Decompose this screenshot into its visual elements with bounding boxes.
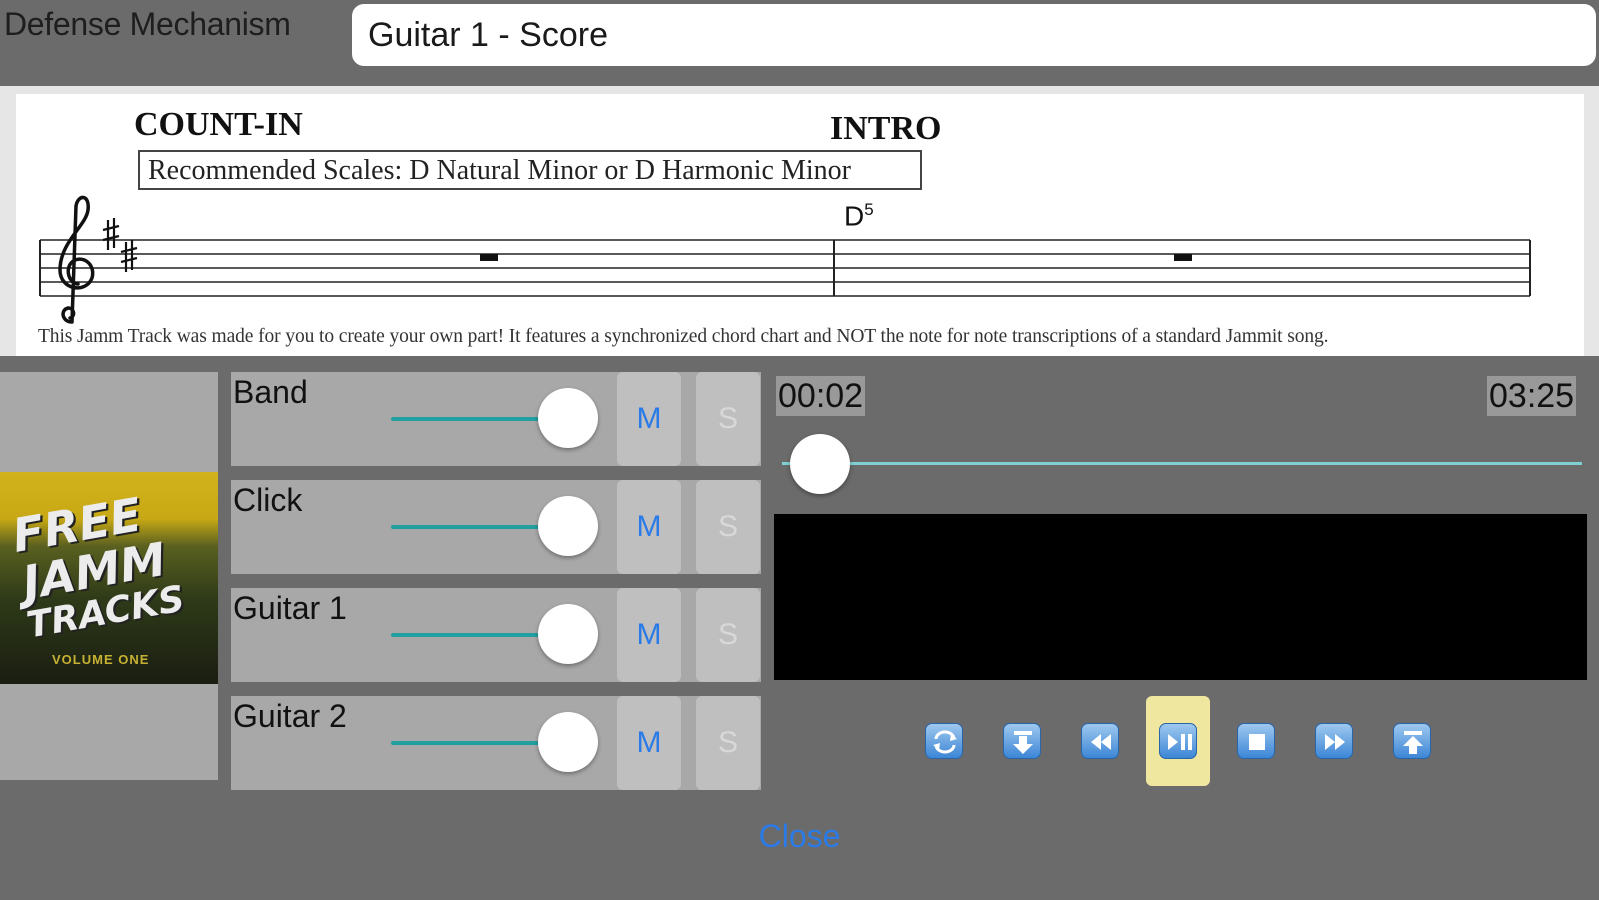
volume-slider[interactable] xyxy=(391,417,541,421)
solo-button[interactable]: S xyxy=(696,696,760,790)
album-art: FREE JAMM TRACKS VOLUME ONE xyxy=(0,472,218,684)
header: Defense Mechanism Guitar 1 - Score xyxy=(0,0,1599,80)
stop-button[interactable] xyxy=(1224,696,1288,786)
go-to-end-button[interactable] xyxy=(1380,696,1444,786)
chord-symbol: D5 xyxy=(844,200,874,232)
part-title: Guitar 1 - Score xyxy=(368,16,608,54)
volume-slider[interactable] xyxy=(391,633,541,637)
score-view[interactable]: COUNT-IN INTRO Recommended Scales: D Nat… xyxy=(0,86,1599,356)
track-row-click: Click M S xyxy=(231,480,761,574)
scale-recommendation: Recommended Scales: D Natural Minor or D… xyxy=(138,150,922,190)
solo-button[interactable]: S xyxy=(696,480,760,574)
rewind-icon xyxy=(1081,723,1119,759)
position-slider[interactable] xyxy=(782,462,1582,465)
chord-root: D xyxy=(844,200,865,232)
rewind-button[interactable] xyxy=(1068,696,1132,786)
volume-slider-knob[interactable] xyxy=(538,712,598,772)
track-row-guitar-2: Guitar 2 M S xyxy=(231,696,761,790)
mute-button[interactable]: M xyxy=(617,480,681,574)
whole-rest xyxy=(480,254,498,261)
go-to-start-icon xyxy=(1003,723,1041,759)
close-button[interactable]: Close xyxy=(0,818,1599,855)
mute-button[interactable]: M xyxy=(617,372,681,466)
play-pause-button[interactable] xyxy=(1146,696,1210,786)
go-to-start-button[interactable] xyxy=(990,696,1054,786)
fast-forward-icon xyxy=(1315,723,1353,759)
album-text: VOLUME ONE xyxy=(52,652,150,667)
song-title: Defense Mechanism xyxy=(4,6,291,42)
track-name: Guitar 1 xyxy=(233,590,347,626)
loop-button[interactable] xyxy=(912,696,976,786)
score-footnote: This Jamm Track was made for you to crea… xyxy=(38,326,1329,347)
stop-icon xyxy=(1237,723,1275,759)
total-time: 03:25 xyxy=(1487,376,1577,416)
go-to-end-icon xyxy=(1393,723,1431,759)
waveform-display[interactable] xyxy=(774,514,1587,680)
volume-slider-knob[interactable] xyxy=(538,388,598,448)
position-slider-knob[interactable] xyxy=(790,434,850,494)
volume-slider-knob[interactable] xyxy=(538,604,598,664)
solo-button[interactable]: S xyxy=(696,588,760,682)
solo-button[interactable]: S xyxy=(696,372,760,466)
track-name: Guitar 2 xyxy=(233,698,347,734)
album-column: FREE JAMM TRACKS VOLUME ONE xyxy=(0,372,218,780)
play-pause-icon xyxy=(1159,723,1197,759)
loop-icon xyxy=(925,723,963,759)
section-intro: INTRO xyxy=(830,110,942,147)
track-row-guitar-1: Guitar 1 M S xyxy=(231,588,761,682)
mute-button[interactable]: M xyxy=(617,696,681,790)
volume-slider-knob[interactable] xyxy=(538,496,598,556)
mute-button[interactable]: M xyxy=(617,588,681,682)
section-count-in: COUNT-IN xyxy=(134,106,303,143)
current-time: 00:02 xyxy=(776,376,866,416)
treble-clef-icon xyxy=(58,195,95,324)
track-name: Click xyxy=(233,482,303,518)
score-page: COUNT-IN INTRO Recommended Scales: D Nat… xyxy=(16,94,1584,356)
track-name: Band xyxy=(233,374,308,410)
chord-quality: 5 xyxy=(864,200,874,219)
whole-rest xyxy=(1174,254,1192,261)
volume-slider[interactable] xyxy=(391,741,541,745)
key-signature xyxy=(102,218,138,272)
fast-forward-button[interactable] xyxy=(1302,696,1366,786)
volume-slider[interactable] xyxy=(391,525,541,529)
track-row-band: Band M S xyxy=(231,372,761,466)
part-selector[interactable]: Guitar 1 - Score xyxy=(352,4,1596,66)
player-panel: FREE JAMM TRACKS VOLUME ONE Band M S Cli… xyxy=(0,356,1599,900)
